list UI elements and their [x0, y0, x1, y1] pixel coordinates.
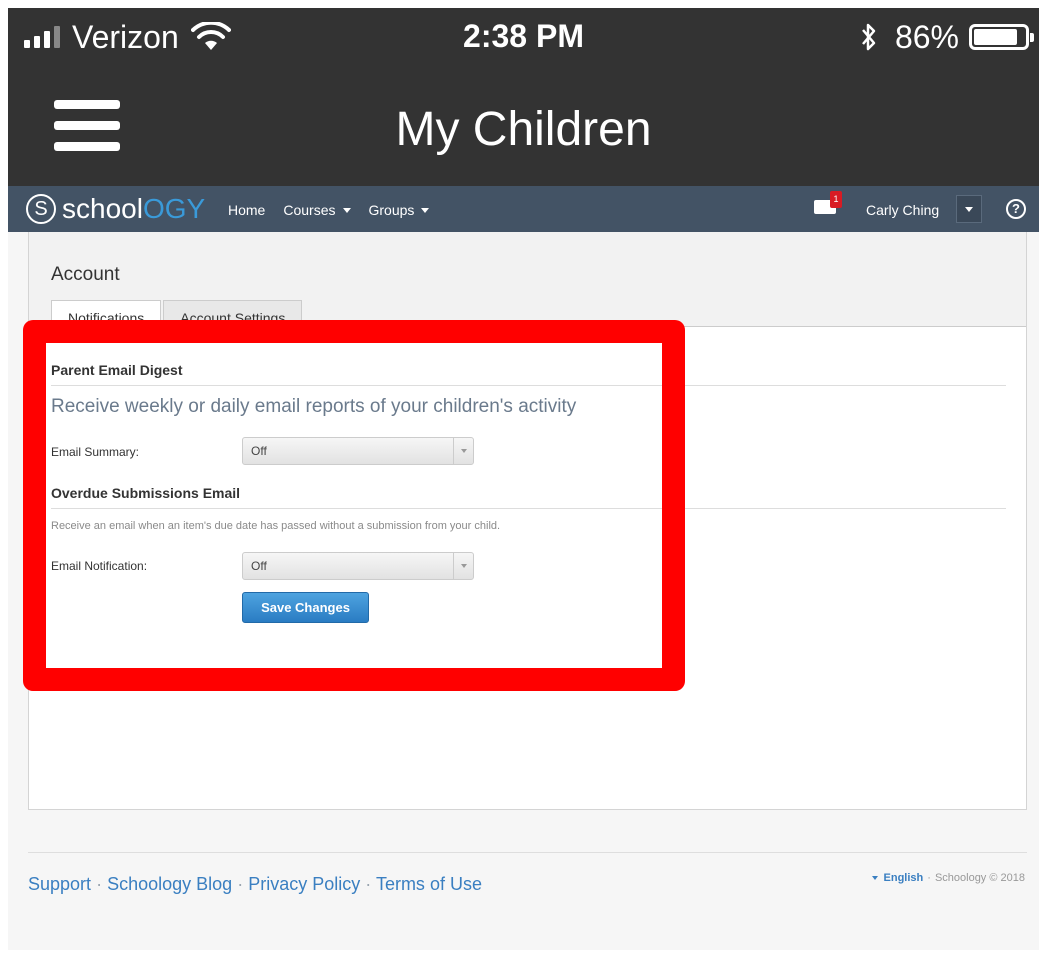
bluetooth-icon [861, 23, 876, 51]
battery-percent: 86% [894, 18, 959, 55]
footer-links: Support · Schoology Blog · Privacy Polic… [28, 870, 488, 898]
footer-link-terms[interactable]: Terms of Use [376, 874, 482, 894]
status-right: 86% [859, 18, 1034, 56]
logo-text-suffix: OGY [142, 193, 206, 224]
nav-groups[interactable]: Groups [369, 202, 430, 218]
overdue-title: Overdue Submissions Email [51, 485, 241, 501]
message-count-badge: 1 [830, 191, 842, 208]
copyright: Schoology © 2018 [934, 872, 1025, 884]
tab-divider [29, 326, 1026, 327]
section-divider [51, 508, 1006, 509]
page-title: My Children [395, 103, 652, 156]
logo-text-prefix: school [62, 193, 143, 224]
email-summary-value: Off [251, 444, 267, 458]
footer-link-blog[interactable]: Schoology Blog [107, 874, 232, 894]
language-selector[interactable]: English [871, 872, 923, 884]
account-panel: Account Notifications Account Settings P… [28, 232, 1027, 810]
email-summary-select[interactable]: Off [242, 437, 474, 465]
account-title: Account [51, 264, 120, 285]
email-notification-value: Off [251, 559, 267, 573]
footer-separator: · [365, 874, 372, 894]
section-divider [51, 385, 1006, 386]
parent-digest-title: Parent Email Digest [51, 362, 183, 378]
chevron-down-icon [871, 876, 878, 880]
chevron-down-icon [342, 207, 351, 213]
account-tabs: Notifications Account Settings [51, 300, 304, 336]
save-changes-button[interactable]: Save Changes [242, 592, 369, 623]
parent-digest-description: Receive weekly or daily email reports of… [51, 396, 577, 417]
footer-separator: · [237, 874, 244, 894]
chevron-down-icon [421, 207, 430, 213]
overdue-description: Receive an email when an item's due date… [51, 520, 501, 532]
chevron-down-icon [965, 206, 973, 212]
tab-notifications[interactable]: Notifications [51, 300, 162, 336]
footer-separator: · [96, 874, 103, 894]
app-nav-bar: My Children [8, 66, 1039, 186]
schoology-logo[interactable]: S school OGY [26, 193, 205, 225]
footer-link-support[interactable]: Support [28, 874, 91, 894]
footer-meta: English · Schoology © 2018 [871, 872, 1025, 884]
schoology-header: S school OGY Home Courses Groups 1 Carly … [8, 186, 1039, 232]
nav-home[interactable]: Home [228, 202, 265, 218]
email-notification-select[interactable]: Off [242, 552, 474, 580]
schoology-nav: Home Courses Groups [228, 202, 447, 218]
status-bar: Verizon 2:38 PM 86% [8, 8, 1039, 66]
help-icon[interactable]: ? [1006, 199, 1026, 219]
nav-courses[interactable]: Courses [283, 202, 351, 218]
tab-account-settings[interactable]: Account Settings [163, 300, 303, 334]
battery-fill [974, 29, 1017, 45]
user-name[interactable]: Carly Ching [866, 202, 939, 218]
select-arrow-icon [453, 553, 473, 579]
user-menu-dropdown[interactable] [956, 195, 982, 223]
email-notification-label: Email Notification: [51, 559, 148, 573]
footer-divider [28, 852, 1027, 853]
app-frame: Verizon 2:38 PM 86% My Children S school… [8, 8, 1039, 950]
footer-link-privacy[interactable]: Privacy Policy [248, 874, 360, 894]
footer-separator: · [927, 872, 931, 884]
schoology-s-icon: S [26, 194, 56, 224]
select-arrow-icon [453, 438, 473, 464]
email-summary-label: Email Summary: [51, 445, 140, 459]
battery-icon [969, 24, 1034, 50]
